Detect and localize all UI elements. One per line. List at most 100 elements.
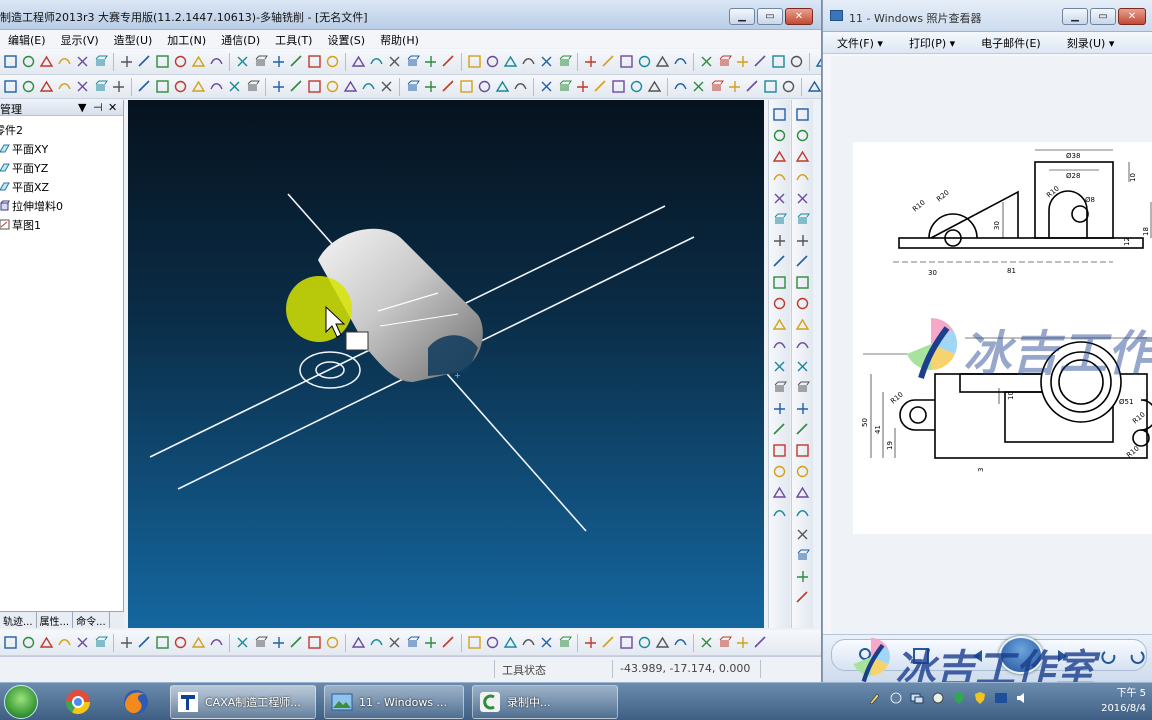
layer-icon[interactable] bbox=[172, 53, 189, 70]
cut-icon[interactable] bbox=[38, 53, 55, 70]
light-icon[interactable] bbox=[520, 53, 537, 70]
pocket-icon[interactable] bbox=[244, 78, 261, 95]
menu-model[interactable]: 造型(U) bbox=[106, 30, 160, 48]
undo-icon[interactable] bbox=[484, 53, 501, 70]
finishing-icon[interactable] bbox=[646, 78, 663, 95]
menu-settings[interactable]: 设置(S) bbox=[319, 30, 372, 48]
contour-icon[interactable] bbox=[226, 78, 243, 95]
roughing-icon[interactable] bbox=[476, 78, 493, 95]
save-icon[interactable] bbox=[770, 53, 787, 70]
offset-icon[interactable] bbox=[386, 634, 403, 651]
menu-tools[interactable]: 工具(T) bbox=[267, 30, 319, 48]
tool-icon[interactable] bbox=[752, 53, 769, 70]
dimension-icon[interactable] bbox=[771, 358, 789, 375]
cut-icon[interactable] bbox=[814, 53, 821, 70]
tool-icon[interactable] bbox=[368, 53, 385, 70]
chrome-icon[interactable] bbox=[56, 686, 100, 718]
menu-view[interactable]: 显示(V) bbox=[53, 30, 106, 48]
surface-icon[interactable] bbox=[716, 53, 733, 70]
curve-icon[interactable] bbox=[368, 634, 385, 651]
text-tool-icon[interactable] bbox=[794, 232, 812, 249]
save-icon[interactable] bbox=[386, 53, 403, 70]
measure-icon[interactable] bbox=[771, 232, 789, 249]
redo-icon[interactable] bbox=[502, 53, 519, 70]
pocket-icon[interactable] bbox=[556, 78, 573, 95]
menu-edit[interactable]: 编辑(E) bbox=[0, 30, 53, 48]
copy-icon[interactable] bbox=[440, 53, 457, 70]
contour-icon[interactable] bbox=[74, 78, 91, 95]
drill-icon[interactable] bbox=[56, 78, 73, 95]
paste-icon[interactable] bbox=[466, 53, 483, 70]
pan-icon[interactable] bbox=[618, 53, 635, 70]
simulate-icon[interactable] bbox=[574, 78, 591, 95]
viewer-menu-file[interactable]: 文件(F) ▾ bbox=[823, 32, 895, 53]
wireframe-icon[interactable] bbox=[698, 53, 715, 70]
toolpath-icon[interactable] bbox=[458, 78, 475, 95]
rotate-right-icon[interactable] bbox=[1123, 643, 1151, 669]
start-button[interactable] bbox=[4, 685, 38, 719]
arc-icon[interactable] bbox=[502, 634, 519, 651]
curve-icon[interactable] bbox=[56, 634, 73, 651]
minimize-button[interactable]: ▁ bbox=[729, 8, 755, 25]
curve-icon[interactable] bbox=[520, 634, 537, 651]
3d-viewport[interactable]: + bbox=[128, 100, 764, 628]
panel-pin-icon[interactable]: ⊣ bbox=[93, 101, 103, 114]
finishing-icon[interactable] bbox=[38, 78, 55, 95]
wireframe-icon[interactable] bbox=[306, 53, 323, 70]
view-icon[interactable] bbox=[190, 53, 207, 70]
post-icon[interactable] bbox=[744, 78, 761, 95]
post-icon[interactable] bbox=[288, 78, 305, 95]
toolpath-icon[interactable] bbox=[762, 78, 779, 95]
circle-tool-icon[interactable] bbox=[794, 316, 812, 333]
solid-icon[interactable] bbox=[734, 53, 751, 70]
trim-icon[interactable] bbox=[252, 634, 269, 651]
paste-icon[interactable] bbox=[74, 53, 91, 70]
solid-icon[interactable] bbox=[350, 53, 367, 70]
line-icon[interactable] bbox=[484, 634, 501, 651]
render-icon[interactable] bbox=[270, 53, 287, 70]
viewer-menu-print[interactable]: 打印(P) ▾ bbox=[895, 32, 967, 53]
align-icon[interactable] bbox=[771, 484, 789, 501]
surface-icon[interactable] bbox=[324, 53, 341, 70]
tray-volume-icon[interactable] bbox=[1013, 689, 1030, 706]
arc-icon[interactable] bbox=[350, 634, 367, 651]
finishing-icon[interactable] bbox=[494, 78, 511, 95]
trim-icon[interactable] bbox=[556, 634, 573, 651]
tray-shield-icon[interactable] bbox=[950, 689, 967, 706]
snap-icon[interactable] bbox=[771, 421, 789, 438]
finishing-icon[interactable] bbox=[806, 78, 821, 95]
text-tool-icon[interactable] bbox=[794, 568, 812, 585]
tray-app-icon[interactable] bbox=[929, 689, 946, 706]
tray-security-icon[interactable] bbox=[971, 689, 988, 706]
post-icon[interactable] bbox=[136, 78, 153, 95]
roughing-icon[interactable] bbox=[20, 78, 37, 95]
line-icon[interactable] bbox=[172, 634, 189, 651]
shade-icon[interactable] bbox=[672, 53, 689, 70]
tray-network-icon[interactable] bbox=[908, 689, 925, 706]
dimension-icon[interactable] bbox=[771, 148, 789, 165]
curve-icon[interactable] bbox=[672, 634, 689, 651]
task-photo-viewer[interactable]: 11 - Windows ... bbox=[324, 685, 464, 719]
taskbar-clock[interactable]: 下午 5 2016/8/4 bbox=[1101, 686, 1146, 716]
panel-dropdown-icon[interactable]: ▼ bbox=[78, 101, 86, 114]
align-icon[interactable] bbox=[771, 169, 789, 186]
drill-icon[interactable] bbox=[672, 78, 689, 95]
line-tool-icon[interactable] bbox=[794, 106, 812, 123]
contour-icon[interactable] bbox=[538, 78, 555, 95]
simulate-icon[interactable] bbox=[270, 78, 287, 95]
line-tool-icon[interactable] bbox=[794, 442, 812, 459]
layer-icon[interactable] bbox=[556, 53, 573, 70]
undo-icon[interactable] bbox=[92, 53, 109, 70]
mirror-icon[interactable] bbox=[600, 634, 617, 651]
extend-icon[interactable] bbox=[118, 634, 135, 651]
contour-icon[interactable] bbox=[378, 78, 395, 95]
spline-tool-icon[interactable] bbox=[794, 211, 812, 228]
toolpath-icon[interactable] bbox=[610, 78, 627, 95]
firefox-icon[interactable] bbox=[114, 686, 158, 718]
print-icon[interactable] bbox=[404, 53, 421, 70]
ellipse-tool-icon[interactable] bbox=[794, 526, 812, 543]
simulate-icon[interactable] bbox=[726, 78, 743, 95]
point-tool-icon[interactable] bbox=[794, 253, 812, 270]
trim-icon[interactable] bbox=[404, 634, 421, 651]
curve-icon[interactable] bbox=[208, 634, 225, 651]
